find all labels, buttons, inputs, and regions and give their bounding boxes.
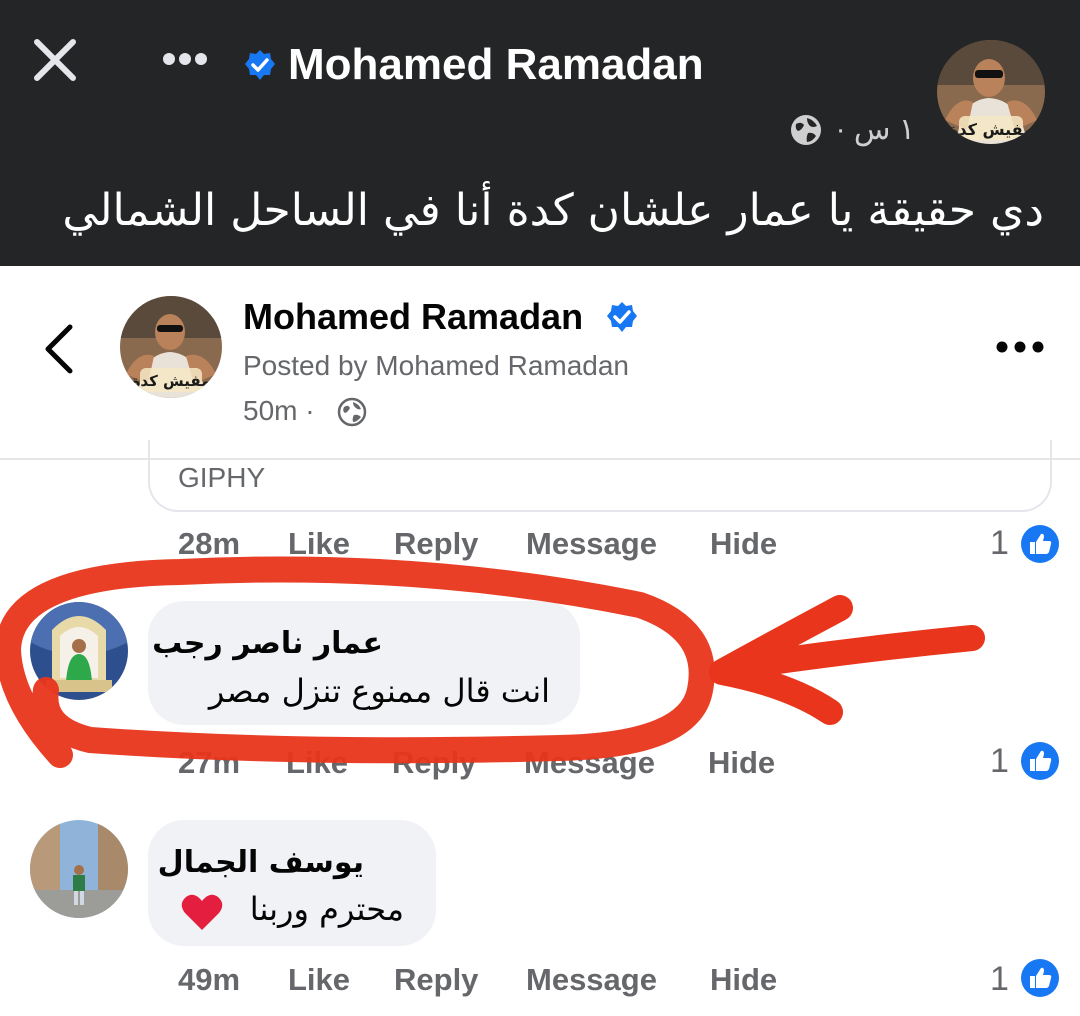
reply-button[interactable]: Reply [392, 745, 476, 781]
post-caption: دي حقيقة يا عمار علشان كدة أنا في الساحل… [62, 185, 1044, 236]
verified-badge-icon [607, 302, 637, 332]
like-reaction-icon[interactable] [1020, 958, 1060, 998]
hide-button[interactable]: Hide [710, 526, 777, 562]
reply-button[interactable]: Reply [394, 962, 478, 998]
commenter-avatar[interactable] [30, 820, 128, 918]
avatar-logo-text: مفيش كدة [949, 120, 1033, 139]
like-button[interactable]: Like [288, 962, 350, 998]
more-options-icon[interactable] [162, 52, 208, 66]
comment-text: انت قال ممنوع تنزل مصر [208, 672, 550, 710]
like-button[interactable]: Like [286, 745, 348, 781]
like-button[interactable]: Like [288, 526, 350, 562]
comment-time: 28m [178, 526, 241, 561]
comment-text: محترم وربنا [249, 890, 404, 928]
annotation-arrow-shaft [717, 625, 985, 681]
globe-icon [337, 397, 367, 427]
like-count[interactable]: 1 [990, 960, 1009, 999]
reply-button[interactable]: Reply [394, 526, 478, 562]
photo-viewer-bar: Mohamed Ramadan مفيش كدة ١ س · دي حقيقة … [0, 0, 1080, 266]
commenter-avatar[interactable] [30, 602, 128, 700]
back-chevron-icon[interactable] [40, 321, 80, 377]
more-options-icon[interactable] [995, 340, 1045, 354]
red-heart-icon [181, 894, 223, 930]
message-button[interactable]: Message [526, 962, 657, 998]
like-count[interactable]: 1 [990, 524, 1009, 563]
post-time[interactable]: 50m · [243, 395, 315, 427]
author-avatar[interactable]: مفيش كدة [120, 296, 222, 398]
like-reaction-icon[interactable] [1020, 524, 1060, 564]
comment-time: 27m [178, 745, 241, 780]
annotation-arrow-head [709, 595, 853, 725]
author-name[interactable]: Mohamed Ramadan [243, 296, 583, 338]
message-button[interactable]: Message [524, 745, 655, 781]
comment-time: 49m [178, 962, 241, 997]
message-button[interactable]: Message [526, 526, 657, 562]
posted-by-label: Posted by Mohamed Ramadan [243, 350, 629, 381]
like-reaction-icon[interactable] [1020, 741, 1060, 781]
hide-button[interactable]: Hide [708, 745, 775, 781]
like-count[interactable]: 1 [990, 742, 1009, 781]
giphy-label: GIPHY [178, 462, 266, 493]
hide-button[interactable]: Hide [710, 962, 777, 998]
verified-badge-icon [245, 50, 275, 80]
giphy-attachment[interactable] [148, 440, 1052, 512]
comment-author[interactable]: عمار ناصر رجب [152, 626, 383, 661]
page-name[interactable]: Mohamed Ramadan [288, 40, 704, 90]
post-time: ١ س · [835, 113, 915, 146]
page-avatar[interactable]: مفيش كدة [937, 40, 1045, 144]
comment-author[interactable]: يوسف الجمال [158, 845, 364, 880]
close-icon[interactable] [33, 38, 77, 82]
avatar-logo-text: مفيش كدة [132, 372, 211, 390]
globe-icon [791, 115, 821, 145]
